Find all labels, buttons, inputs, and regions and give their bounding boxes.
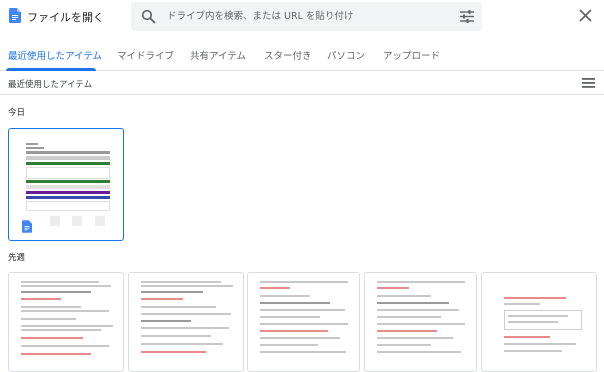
search-box[interactable]: [131, 2, 482, 31]
file-card[interactable]: [364, 272, 477, 372]
section-title: 最近使用したアイテム: [8, 80, 93, 90]
file-card[interactable]: [8, 128, 124, 241]
section-header: 最近使用したアイテム: [0, 71, 604, 95]
search-input[interactable]: [167, 8, 447, 25]
docs-icon: [9, 8, 21, 23]
group-label-last-week: 先週: [8, 253, 26, 263]
tab-my-drive[interactable]: マイドライブ: [117, 48, 174, 62]
tab-recent[interactable]: 最近使用したアイテム: [8, 48, 102, 62]
tab-shared[interactable]: 共有アイテム: [190, 48, 246, 62]
search-icon[interactable]: [141, 9, 156, 24]
file-card[interactable]: [128, 272, 244, 372]
docs-file-icon: [22, 220, 32, 233]
dialog-title: ファイルを開く: [27, 11, 104, 24]
tab-starred[interactable]: スター付き: [264, 48, 312, 62]
close-icon[interactable]: [579, 9, 592, 22]
file-card[interactable]: [247, 272, 360, 372]
tab-upload[interactable]: アップロード: [383, 48, 440, 62]
file-card[interactable]: [8, 272, 124, 372]
file-card[interactable]: [481, 272, 597, 372]
list-view-icon[interactable]: [582, 78, 595, 88]
group-label-today: 今日: [8, 108, 26, 118]
tab-bar: 最近使用したアイテム マイドライブ 共有アイテム スター付き パソコン アップロ…: [0, 40, 604, 71]
top-bar: ファイルを開く: [0, 0, 604, 34]
tab-computers[interactable]: パソコン: [327, 48, 365, 62]
tune-icon[interactable]: [460, 10, 474, 23]
